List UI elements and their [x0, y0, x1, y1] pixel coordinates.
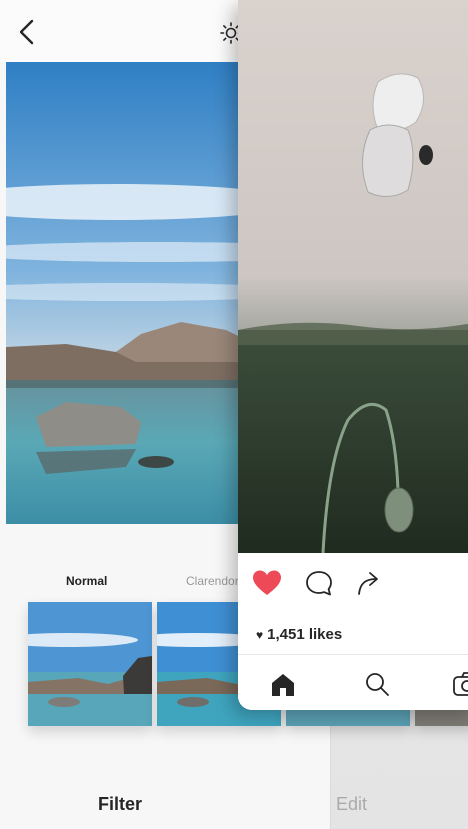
likes-heart-icon: ♥: [256, 628, 264, 642]
likes-count[interactable]: ♥ 1,451 likes: [256, 626, 342, 643]
back-chevron-icon[interactable]: [16, 18, 38, 46]
tab-edit[interactable]: Edit: [336, 794, 367, 815]
editor-bottom-tabs: Filter Edit: [0, 780, 468, 820]
filter-label-normal[interactable]: Normal: [66, 574, 107, 588]
home-icon[interactable]: [268, 670, 298, 698]
screen: Normal Clarendon Filter Edit ♥ 1,451 lik…: [0, 0, 468, 829]
search-icon[interactable]: [362, 670, 392, 698]
filter-thumbnail-normal[interactable]: [28, 602, 152, 726]
share-icon[interactable]: [354, 569, 384, 597]
post-actions-bar: [238, 553, 468, 611]
camera-icon[interactable]: [452, 670, 468, 698]
comment-icon[interactable]: [304, 569, 334, 597]
bottom-navigation-bar: [238, 656, 468, 710]
likes-text: 1,451 likes: [267, 626, 343, 643]
post-photo: [238, 0, 468, 553]
tab-filter[interactable]: Filter: [98, 794, 142, 815]
filter-label-clarendon[interactable]: Clarendon: [186, 574, 241, 588]
heart-icon[interactable]: [252, 569, 282, 597]
feed-divider: [238, 654, 468, 655]
feed-post-screen: ♥ 1,451 likes: [238, 0, 468, 710]
